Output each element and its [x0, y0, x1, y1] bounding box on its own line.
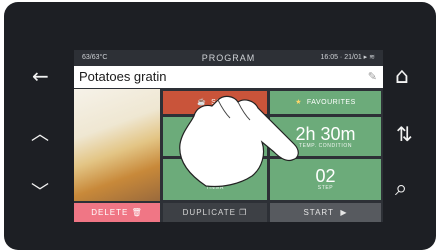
back-icon[interactable]: ← — [32, 64, 49, 88]
duplicate-label: DUPLICATE — [182, 208, 236, 217]
start-button[interactable]: START ▶ — [270, 203, 381, 222]
delete-button[interactable]: DELETE 🗑 — [74, 203, 160, 222]
duplicate-button[interactable]: DUPLICATE ❐ — [163, 203, 267, 222]
scroll-up-icon[interactable]: ︿ — [31, 120, 49, 146]
sort-icon[interactable]: ⇅ — [396, 122, 413, 146]
copy-icon: ❐ — [239, 208, 248, 217]
start-label: START — [303, 208, 334, 217]
status-right: 16:05 · 21/01 ▸ ≋ — [320, 54, 375, 61]
edit-pencil-icon[interactable]: ✎ — [368, 66, 377, 88]
home-icon[interactable]: ⌂ — [395, 64, 409, 89]
trash-icon: 🗑 — [131, 208, 143, 217]
play-icon: ▶ — [340, 208, 348, 217]
scroll-down-icon[interactable]: ﹀ — [31, 178, 49, 204]
pointing-hand-overlay — [179, 95, 299, 188]
search-icon[interactable]: ⌕ — [395, 176, 407, 201]
status-bar: 63/63°C PROGRAM 16:05 · 21/01 ▸ ≋ — [74, 50, 383, 66]
delete-label: DELETE — [91, 208, 129, 217]
device-frame: ← ︿ ﹀ ⌂ ⇅ ⌕ 63/63°C PROGRAM 16:05 · 21/0… — [4, 2, 436, 250]
